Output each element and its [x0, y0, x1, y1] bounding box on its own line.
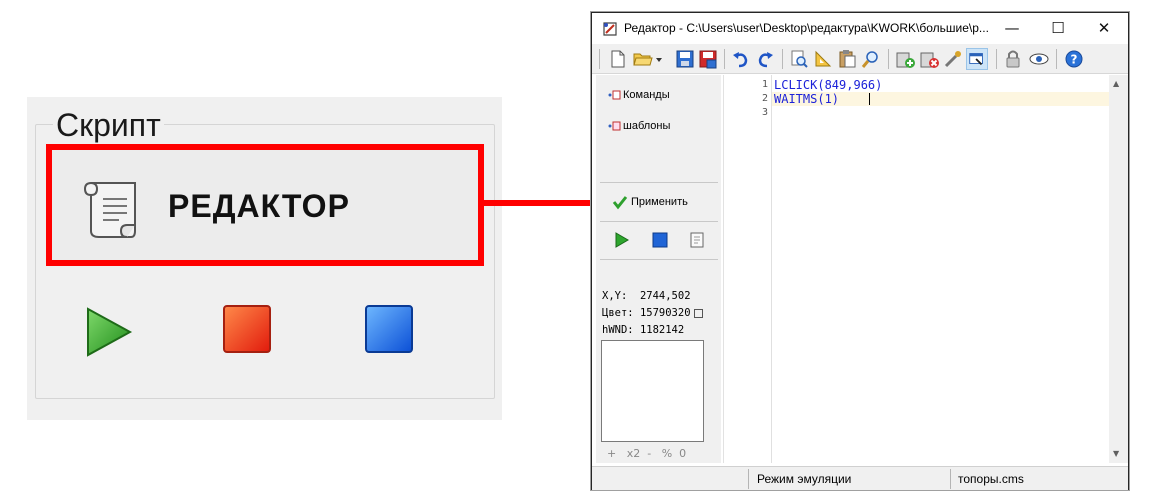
- status-divider: [950, 469, 951, 489]
- app-icon: [603, 22, 617, 36]
- coords-label: X,Y:: [602, 290, 628, 302]
- commands-icon: [608, 90, 621, 100]
- scroll-down-icon[interactable]: ▼: [1113, 449, 1119, 458]
- window-title: Редактор - C:\Users\user\Desktop\редакту…: [624, 21, 989, 35]
- find-icon[interactable]: [788, 48, 810, 70]
- vertical-scrollbar[interactable]: ▲ ▼: [1109, 75, 1128, 463]
- play-icon[interactable]: [84, 307, 134, 357]
- zoom-preview: [601, 340, 704, 442]
- zoom-x2-button[interactable]: x2: [627, 447, 641, 460]
- toolbar: ?: [592, 44, 1128, 74]
- undo-icon[interactable]: [730, 48, 752, 70]
- close-button[interactable]: ✕: [1081, 13, 1127, 44]
- zoom-plus-button[interactable]: +: [607, 447, 616, 460]
- title-bar[interactable]: Редактор - C:\Users\user\Desktop\редакту…: [592, 13, 1128, 44]
- templates-icon: [608, 121, 621, 131]
- toolbar-separator: [782, 49, 783, 69]
- status-bar: Режим эмуляции топоры.cms: [592, 466, 1128, 490]
- save-icon[interactable]: [674, 48, 696, 70]
- code-editor[interactable]: 1 2 3 LCLICK(849,966) WAITMS(1): [723, 75, 1110, 463]
- line-number: 2: [761, 93, 768, 104]
- script-group-title: Скрипт: [53, 107, 164, 143]
- status-file: топоры.cms: [958, 472, 1024, 486]
- sidebar-separator: [600, 221, 718, 222]
- save-all-icon[interactable]: [697, 48, 719, 70]
- ruler-icon[interactable]: [812, 48, 834, 70]
- script-editor-icon[interactable]: [688, 231, 706, 249]
- coords-value: 2744,502: [639, 290, 691, 302]
- left-sidebar: Команды шаблоны Применить X,Y: 2744,502 …: [596, 75, 721, 463]
- help-icon[interactable]: ?: [1063, 48, 1085, 70]
- capture-window-icon[interactable]: [966, 48, 988, 70]
- pipette-icon[interactable]: [942, 48, 964, 70]
- toolbar-separator: [996, 49, 997, 69]
- toolbar-separator: [888, 49, 889, 69]
- commands-link[interactable]: Команды: [607, 88, 670, 102]
- redo-icon[interactable]: [754, 48, 776, 70]
- color-label: Цвет:: [602, 307, 634, 319]
- fold-margin: [771, 75, 772, 463]
- editor-window: Редактор - C:\Users\user\Desktop\редакту…: [591, 12, 1129, 490]
- zoom-minus-button[interactable]: -: [647, 447, 651, 460]
- eye-icon[interactable]: [1028, 48, 1050, 70]
- stop-blue-icon[interactable]: [364, 304, 414, 354]
- checkmark-icon: [612, 196, 628, 210]
- toolbar-separator: [599, 49, 600, 69]
- hwnd-label: hWND:: [602, 324, 634, 336]
- code-line[interactable]: LCLICK(849,966): [774, 78, 882, 92]
- zoom-controls: + x2 - % 0: [607, 447, 686, 460]
- status-divider: [748, 469, 749, 489]
- find-replace-icon[interactable]: [860, 48, 882, 70]
- maximize-button[interactable]: ☐: [1035, 13, 1081, 44]
- code-line[interactable]: WAITMS(1): [774, 92, 839, 106]
- zoom-zero-button[interactable]: 0: [679, 447, 686, 460]
- dropdown-arrow-icon[interactable]: [654, 48, 664, 70]
- apply-button[interactable]: Применить: [612, 194, 688, 210]
- templates-label: шаблоны: [623, 120, 671, 132]
- apply-label: Применить: [631, 196, 688, 208]
- line-number: 3: [761, 107, 768, 118]
- zoom-percent-button[interactable]: %: [662, 447, 672, 460]
- toolbar-separator: [724, 49, 725, 69]
- open-folder-icon[interactable]: [632, 48, 654, 70]
- sidebar-separator: [600, 259, 718, 260]
- lock-icon[interactable]: [1002, 48, 1024, 70]
- color-swatch: [693, 308, 703, 318]
- stop-icon[interactable]: [651, 231, 669, 249]
- remove-item-icon[interactable]: [918, 48, 940, 70]
- commands-label: Команды: [623, 89, 670, 101]
- cursor-info: X,Y: 2744,502 Цвет: 15790320 hWND: 11821…: [602, 288, 703, 339]
- red-highlight-box: [46, 144, 484, 266]
- templates-link[interactable]: шаблоны: [607, 119, 670, 133]
- add-item-icon[interactable]: [894, 48, 916, 70]
- red-connector-line: [484, 200, 592, 206]
- new-file-icon[interactable]: [607, 48, 629, 70]
- sidebar-separator: [600, 182, 718, 183]
- line-number-gutter: 1 2 3: [724, 75, 771, 463]
- toolbar-separator: [1056, 49, 1057, 69]
- text-caret: [869, 93, 870, 105]
- line-number: 1: [761, 79, 768, 90]
- status-mode: Режим эмуляции: [757, 472, 852, 486]
- minimize-button[interactable]: —: [989, 13, 1035, 44]
- stop-red-icon[interactable]: [222, 304, 272, 354]
- color-value: 15790320: [639, 307, 691, 319]
- hwnd-value: 1182142: [639, 324, 685, 336]
- scroll-up-icon[interactable]: ▲: [1113, 79, 1119, 88]
- svg-text:?: ?: [1071, 53, 1078, 67]
- run-icon[interactable]: [612, 231, 630, 249]
- paste-icon[interactable]: [836, 48, 858, 70]
